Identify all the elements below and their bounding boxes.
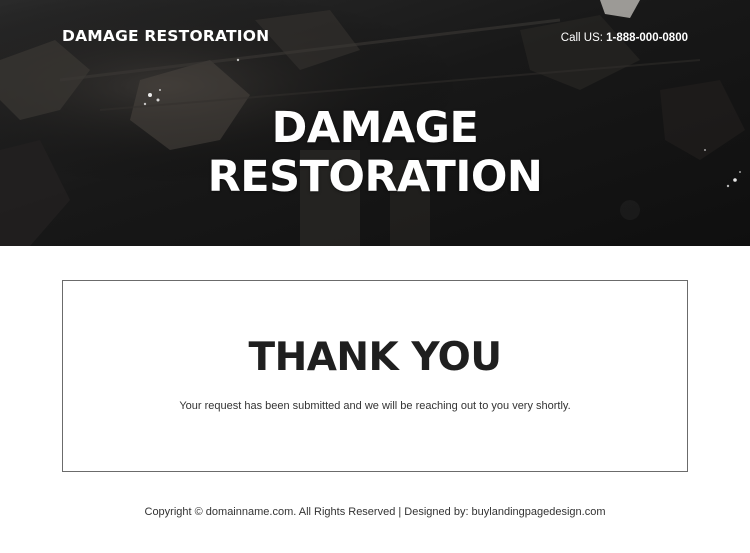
thank-you-message: Your request has been submitted and we w… [179,400,571,412]
call-us-contact[interactable]: Call US: 1-888-000-0800 [561,32,688,44]
hero-banner: DAMAGE RESTORATION Call US: 1-888-000-08… [0,0,750,246]
thank-you-heading: THANK YOU [248,335,502,380]
footer-copyright: Copyright © domainname.com. All Rights R… [144,506,606,518]
hero-title: DAMAGE RESTORATION [0,104,750,202]
call-us-label: Call US: [560,32,607,44]
hero-title-line-2: RESTORATION [207,152,543,202]
phone-number-link[interactable]: 1-888-000-0800 [606,32,688,44]
thank-you-box: THANK YOU Your request has been submitte… [62,280,688,472]
hero-title-line-1: DAMAGE [271,103,479,153]
brand-logo-text[interactable]: DAMAGE RESTORATION [62,27,269,45]
